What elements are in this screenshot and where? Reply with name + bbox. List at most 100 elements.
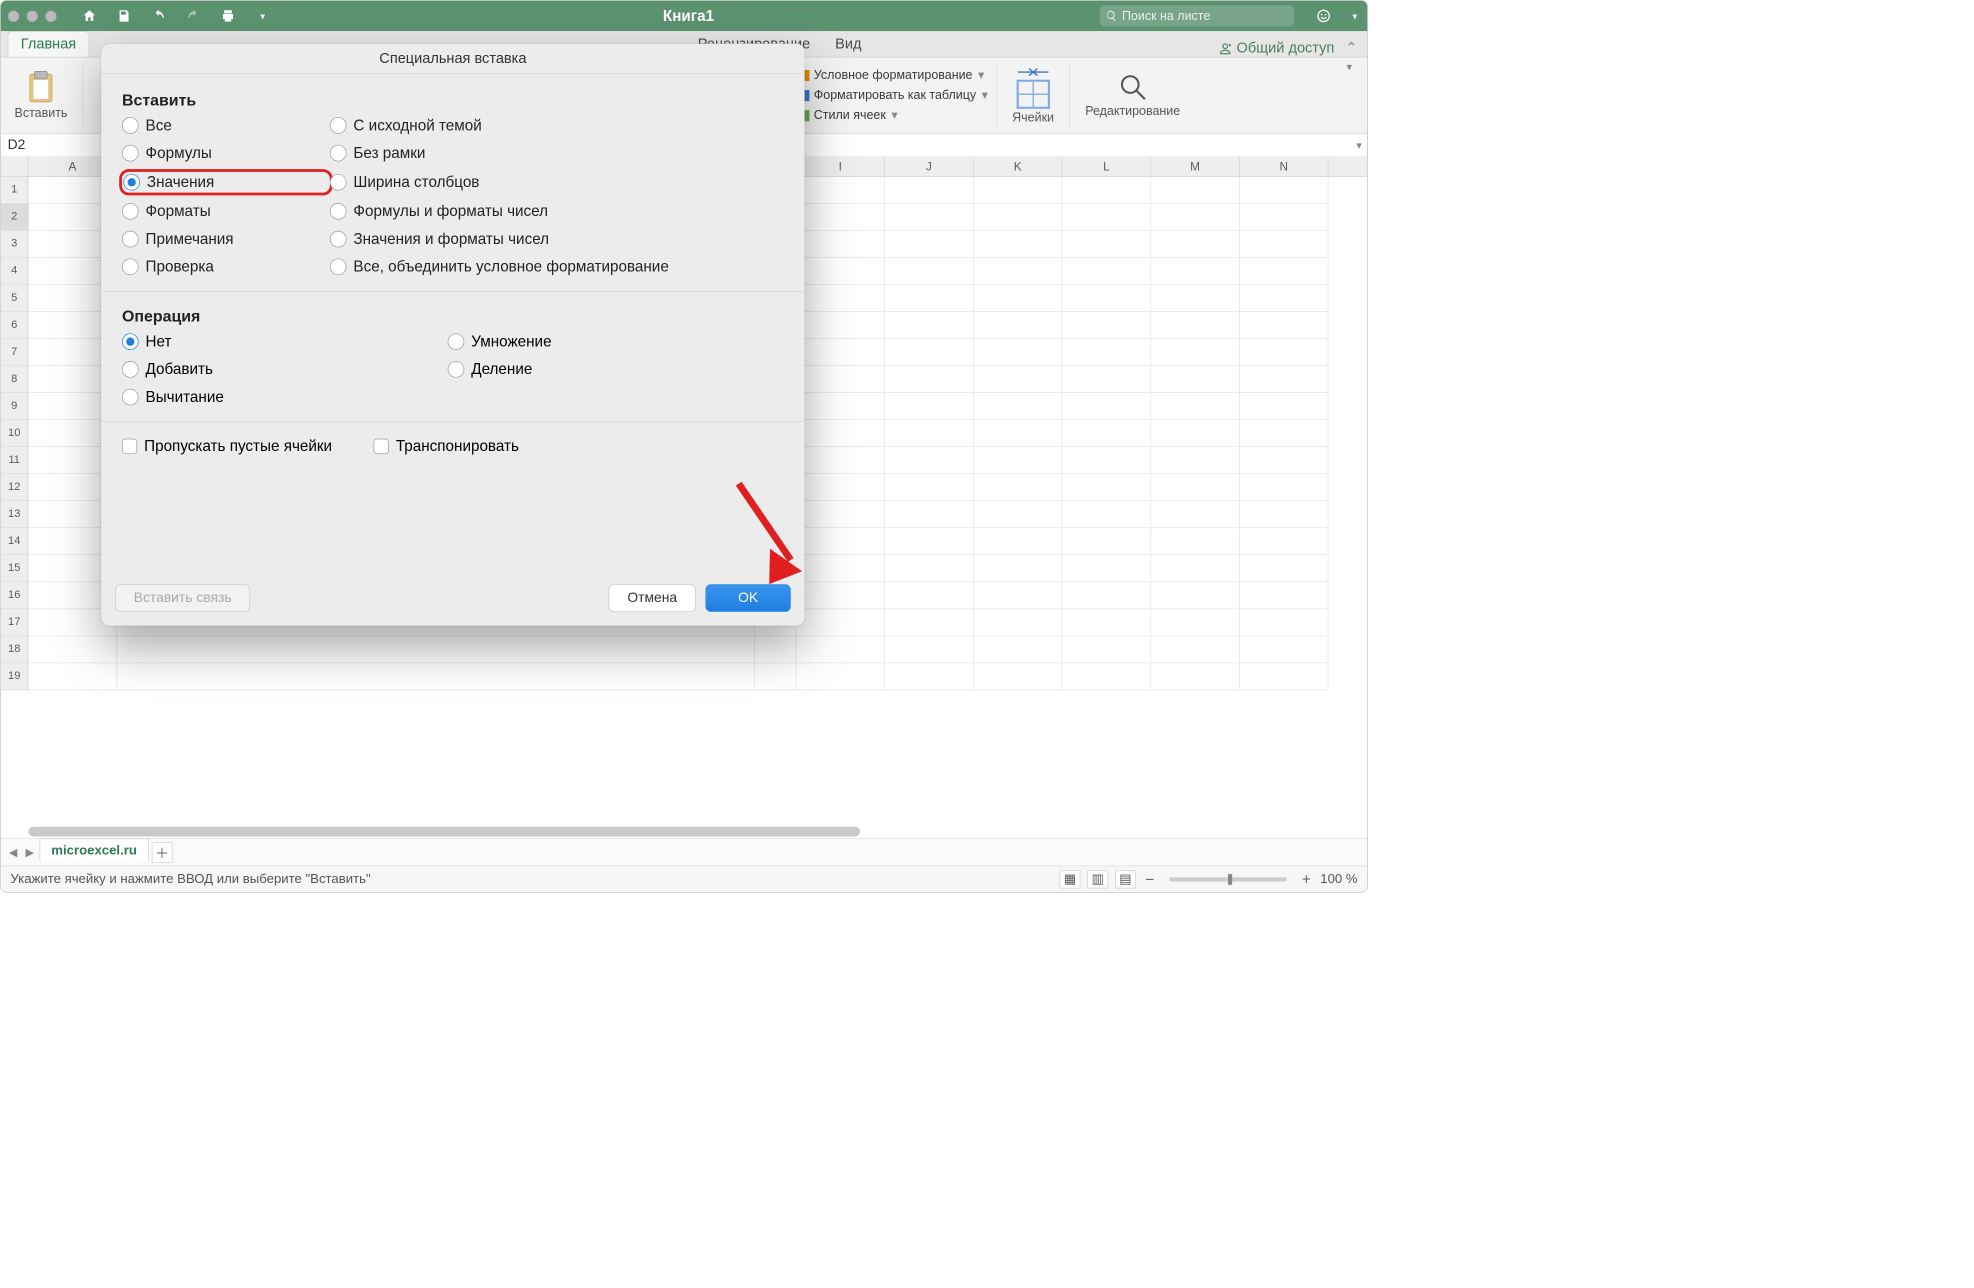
- share-button[interactable]: Общий доступ ⌃: [1218, 40, 1367, 57]
- save-icon[interactable]: [109, 3, 138, 29]
- view-page-layout-icon[interactable]: ▥: [1087, 870, 1108, 888]
- cells-label: Ячейки: [1012, 110, 1054, 125]
- conditional-formatting-button[interactable]: Условное форматирование▾: [796, 68, 988, 83]
- divider: [996, 63, 997, 127]
- row-header[interactable]: 18: [1, 636, 29, 663]
- row-header[interactable]: 8: [1, 366, 29, 393]
- minimize-window-icon[interactable]: [26, 10, 38, 22]
- radio-paste-values-number-formats[interactable]: Значения и форматы чисел: [330, 230, 784, 248]
- paste-section-header: Вставить: [122, 91, 784, 110]
- select-all-corner[interactable]: [1, 157, 29, 176]
- row-header[interactable]: 12: [1, 474, 29, 501]
- collapse-ribbon-icon[interactable]: ⌃: [1345, 40, 1357, 57]
- radio-paste-formats[interactable]: Форматы: [122, 202, 330, 220]
- row-header[interactable]: 19: [1, 663, 29, 690]
- name-box[interactable]: D2: [1, 134, 105, 157]
- cancel-button[interactable]: Отмена: [609, 584, 696, 612]
- checkbox-transpose[interactable]: Транспонировать: [374, 437, 519, 455]
- row-header[interactable]: 15: [1, 555, 29, 582]
- col-header[interactable]: L: [1062, 157, 1151, 176]
- row-header[interactable]: 9: [1, 393, 29, 420]
- row-header[interactable]: 4: [1, 258, 29, 285]
- col-header[interactable]: I: [796, 157, 885, 176]
- row-header[interactable]: 7: [1, 339, 29, 366]
- radio-op-add[interactable]: Добавить: [122, 360, 448, 378]
- view-normal-icon[interactable]: ▦: [1060, 870, 1081, 888]
- view-page-break-icon[interactable]: ▤: [1115, 870, 1136, 888]
- radio-paste-all-merge-cond-fmt[interactable]: Все, объединить условное форматирование: [330, 258, 784, 276]
- window-controls[interactable]: [8, 10, 57, 22]
- row-header[interactable]: 10: [1, 420, 29, 447]
- close-window-icon[interactable]: [8, 10, 20, 22]
- radio-op-multiply[interactable]: Умножение: [448, 333, 784, 351]
- ribbon-toggle-icon[interactable]: ▾: [1346, 60, 1363, 72]
- cell-styles-button[interactable]: Стили ячеек▾: [796, 108, 988, 123]
- clipboard-icon: [26, 70, 55, 105]
- row-header[interactable]: 16: [1, 582, 29, 609]
- tab-view[interactable]: Вид: [823, 32, 874, 57]
- divider: [83, 63, 84, 127]
- ok-button[interactable]: OK: [706, 584, 791, 612]
- home-icon[interactable]: [75, 3, 104, 29]
- paste-button[interactable]: Вставить: [8, 67, 75, 123]
- zoom-in-button[interactable]: +: [1299, 870, 1313, 888]
- formula-bar-toggle-icon[interactable]: ▾: [1351, 134, 1368, 157]
- tab-home[interactable]: Главная: [8, 31, 90, 57]
- zoom-window-icon[interactable]: [45, 10, 57, 22]
- radio-paste-values[interactable]: Значения: [122, 172, 330, 193]
- feedback-icon[interactable]: [1309, 3, 1338, 29]
- share-icon: [1218, 41, 1232, 55]
- row-header[interactable]: 17: [1, 609, 29, 636]
- radio-paste-source-theme[interactable]: С исходной темой: [330, 116, 784, 134]
- radio-op-divide[interactable]: Деление: [448, 360, 784, 378]
- undo-icon[interactable]: [144, 3, 173, 29]
- row-header[interactable]: 1: [1, 177, 29, 204]
- radio-paste-all[interactable]: Все: [122, 116, 330, 134]
- format-as-table-button[interactable]: Форматировать как таблицу▾: [796, 88, 988, 103]
- zoom-slider[interactable]: [1169, 877, 1287, 881]
- col-header[interactable]: J: [885, 157, 974, 176]
- cells-group[interactable]: Ячейки: [1005, 63, 1061, 127]
- radio-op-subtract[interactable]: Вычитание: [122, 388, 448, 406]
- radio-paste-comments[interactable]: Примечания: [122, 230, 330, 248]
- radio-op-none[interactable]: Нет: [122, 333, 448, 351]
- search-input[interactable]: Поиск на листе: [1100, 6, 1294, 27]
- col-header[interactable]: K: [974, 157, 1063, 176]
- add-sheet-button[interactable]: ＋: [151, 842, 172, 863]
- row-header[interactable]: 5: [1, 285, 29, 312]
- row-header[interactable]: 2: [1, 204, 29, 231]
- print-icon[interactable]: [213, 3, 242, 29]
- row-header[interactable]: 3: [1, 231, 29, 258]
- row-header[interactable]: 6: [1, 312, 29, 339]
- feedback-dropdown-icon[interactable]: ▾: [1349, 3, 1360, 29]
- redo-icon[interactable]: [179, 3, 208, 29]
- titlebar: ▾ Книга1 Поиск на листе ▾: [1, 1, 1368, 31]
- paste-link-button: Вставить связь: [115, 584, 250, 612]
- row-header[interactable]: 14: [1, 528, 29, 555]
- checkbox-skip-blanks[interactable]: Пропускать пустые ячейки: [122, 437, 332, 455]
- col-header[interactable]: M: [1151, 157, 1240, 176]
- radio-paste-formulas-number-formats[interactable]: Формулы и форматы чисел: [330, 202, 784, 220]
- zoom-out-button[interactable]: −: [1143, 870, 1157, 888]
- radio-paste-no-border[interactable]: Без рамки: [330, 144, 784, 162]
- row-header[interactable]: 13: [1, 501, 29, 528]
- search-placeholder: Поиск на листе: [1122, 9, 1210, 24]
- share-label: Общий доступ: [1237, 40, 1335, 57]
- divider: [1069, 63, 1070, 127]
- search-icon: [1105, 10, 1117, 22]
- horizontal-scrollbar[interactable]: [28, 827, 860, 837]
- row-header[interactable]: 11: [1, 447, 29, 474]
- sheet-next-icon[interactable]: ▶: [23, 845, 37, 859]
- editing-group[interactable]: Редактирование: [1078, 69, 1187, 121]
- editing-label: Редактирование: [1085, 104, 1180, 119]
- paste-label: Вставить: [15, 106, 68, 121]
- sheet-tab[interactable]: microexcel.ru: [40, 839, 149, 863]
- find-icon: [1117, 72, 1147, 102]
- qat-dropdown-icon[interactable]: ▾: [248, 3, 277, 29]
- paste-special-dialog: Специальная вставка Вставить Все С исход…: [101, 44, 804, 626]
- radio-paste-validation[interactable]: Проверка: [122, 258, 330, 276]
- col-header[interactable]: N: [1240, 157, 1329, 176]
- radio-paste-formulas[interactable]: Формулы: [122, 144, 330, 162]
- radio-paste-col-widths[interactable]: Ширина столбцов: [330, 172, 784, 193]
- sheet-prev-icon[interactable]: ◀: [6, 845, 20, 859]
